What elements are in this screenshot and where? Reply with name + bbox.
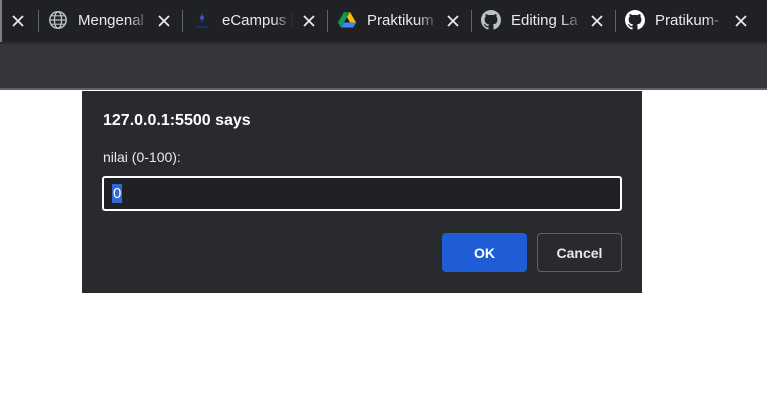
- github-icon: [624, 9, 646, 31]
- tab-praktikum[interactable]: Praktikum: [327, 0, 471, 42]
- tab-separator: [182, 10, 183, 32]
- ok-button[interactable]: OK: [442, 233, 527, 272]
- tab-mengenal[interactable]: Mengenal: [38, 0, 182, 42]
- tab-separator: [471, 10, 472, 32]
- prompt-input-value: 0: [112, 184, 123, 203]
- tab-ecampus[interactable]: eCampus |: [182, 0, 327, 42]
- tab-separator: [38, 10, 39, 32]
- tab-strip: Mengenal eCampus | Praktikum Editing La …: [0, 0, 767, 42]
- github-icon: [480, 9, 502, 31]
- tab-title: Mengenal: [78, 12, 144, 29]
- close-icon[interactable]: [443, 11, 463, 31]
- tab-pratikum[interactable]: Pratikum-: [615, 0, 767, 42]
- tab-edge: [0, 0, 2, 42]
- tab-editing-lab[interactable]: Editing La: [471, 0, 615, 42]
- globe-icon: [47, 9, 69, 31]
- tab-title: eCampus |: [222, 12, 294, 29]
- close-icon[interactable]: [299, 11, 319, 31]
- google-drive-icon: [336, 9, 358, 31]
- close-icon[interactable]: [587, 11, 607, 31]
- browser-window: Mengenal eCampus | Praktikum Editing La …: [0, 0, 767, 412]
- tab-title: Pratikum-: [655, 12, 720, 29]
- cancel-button[interactable]: Cancel: [537, 233, 622, 272]
- dialog-message: nilai (0-100):: [103, 149, 181, 165]
- prompt-input[interactable]: 0: [102, 176, 622, 211]
- close-icon[interactable]: [731, 11, 751, 31]
- campus-logo-icon: [191, 9, 213, 31]
- close-icon[interactable]: [154, 11, 174, 31]
- tab-title: Praktikum: [367, 12, 434, 29]
- dialog-title: 127.0.0.1:5500 says: [103, 112, 251, 129]
- tab-title: Editing La: [511, 12, 578, 29]
- tab-separator: [615, 10, 616, 32]
- tab-separator: [327, 10, 328, 32]
- browser-toolbar: [0, 42, 767, 88]
- close-icon[interactable]: [8, 11, 28, 31]
- prompt-dialog: 127.0.0.1:5500 says nilai (0-100): 0 OK …: [82, 91, 642, 293]
